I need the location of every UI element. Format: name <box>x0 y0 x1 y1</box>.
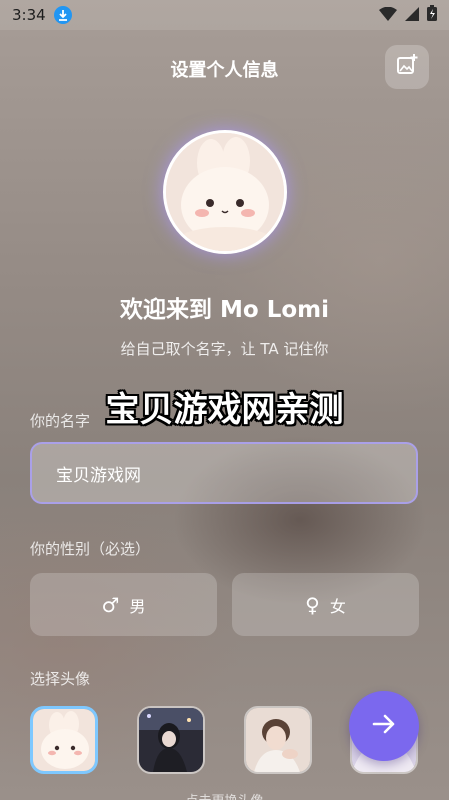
page-title: 设置个人信息 <box>170 60 279 81</box>
wifi-icon <box>379 6 397 25</box>
male-icon: ♂ <box>101 592 120 617</box>
profile-avatar[interactable] <box>163 130 287 254</box>
name-input[interactable]: 宝贝游戏网 <box>30 442 418 504</box>
avatar-hint: 点击更换头像 <box>0 790 449 800</box>
gender-male-label: 男 <box>129 596 146 616</box>
name-input-value: 宝贝游戏网 <box>56 465 141 486</box>
arrow-right-icon <box>371 711 397 741</box>
avatar-option-girl[interactable] <box>137 706 205 774</box>
upload-photo-button[interactable] <box>385 45 429 89</box>
gender-female-label: 女 <box>329 596 346 616</box>
gender-male-button[interactable]: ♂ 男 <box>30 573 217 636</box>
boy-portrait-thumbnail <box>246 708 310 772</box>
bunny-avatar-image <box>166 133 284 251</box>
gender-female-button[interactable]: ♀ 女 <box>232 573 419 636</box>
bunny-thumbnail <box>33 709 95 771</box>
next-button[interactable] <box>349 691 419 761</box>
name-label: 你的名字 <box>30 412 91 430</box>
welcome-subtitle: 给自己取个名字，让 TA 记住你 <box>120 340 329 358</box>
image-add-icon <box>395 53 419 81</box>
avatar-option-bunny[interactable] <box>30 706 98 774</box>
female-icon: ♀ <box>305 592 320 617</box>
welcome-title: 欢迎来到 Mo Lomi <box>119 297 329 323</box>
avatar-option-boy[interactable] <box>244 706 312 774</box>
download-icon <box>53 6 72 24</box>
gender-label: 你的性别（必选） <box>30 540 151 558</box>
avatar-picker-label: 选择头像 <box>30 670 91 688</box>
signal-icon <box>405 6 419 25</box>
girl-portrait-thumbnail <box>139 708 203 772</box>
battery-icon <box>427 5 437 25</box>
status-bar: 3:34 <box>0 0 449 30</box>
status-time: 3:34 <box>12 6 46 24</box>
